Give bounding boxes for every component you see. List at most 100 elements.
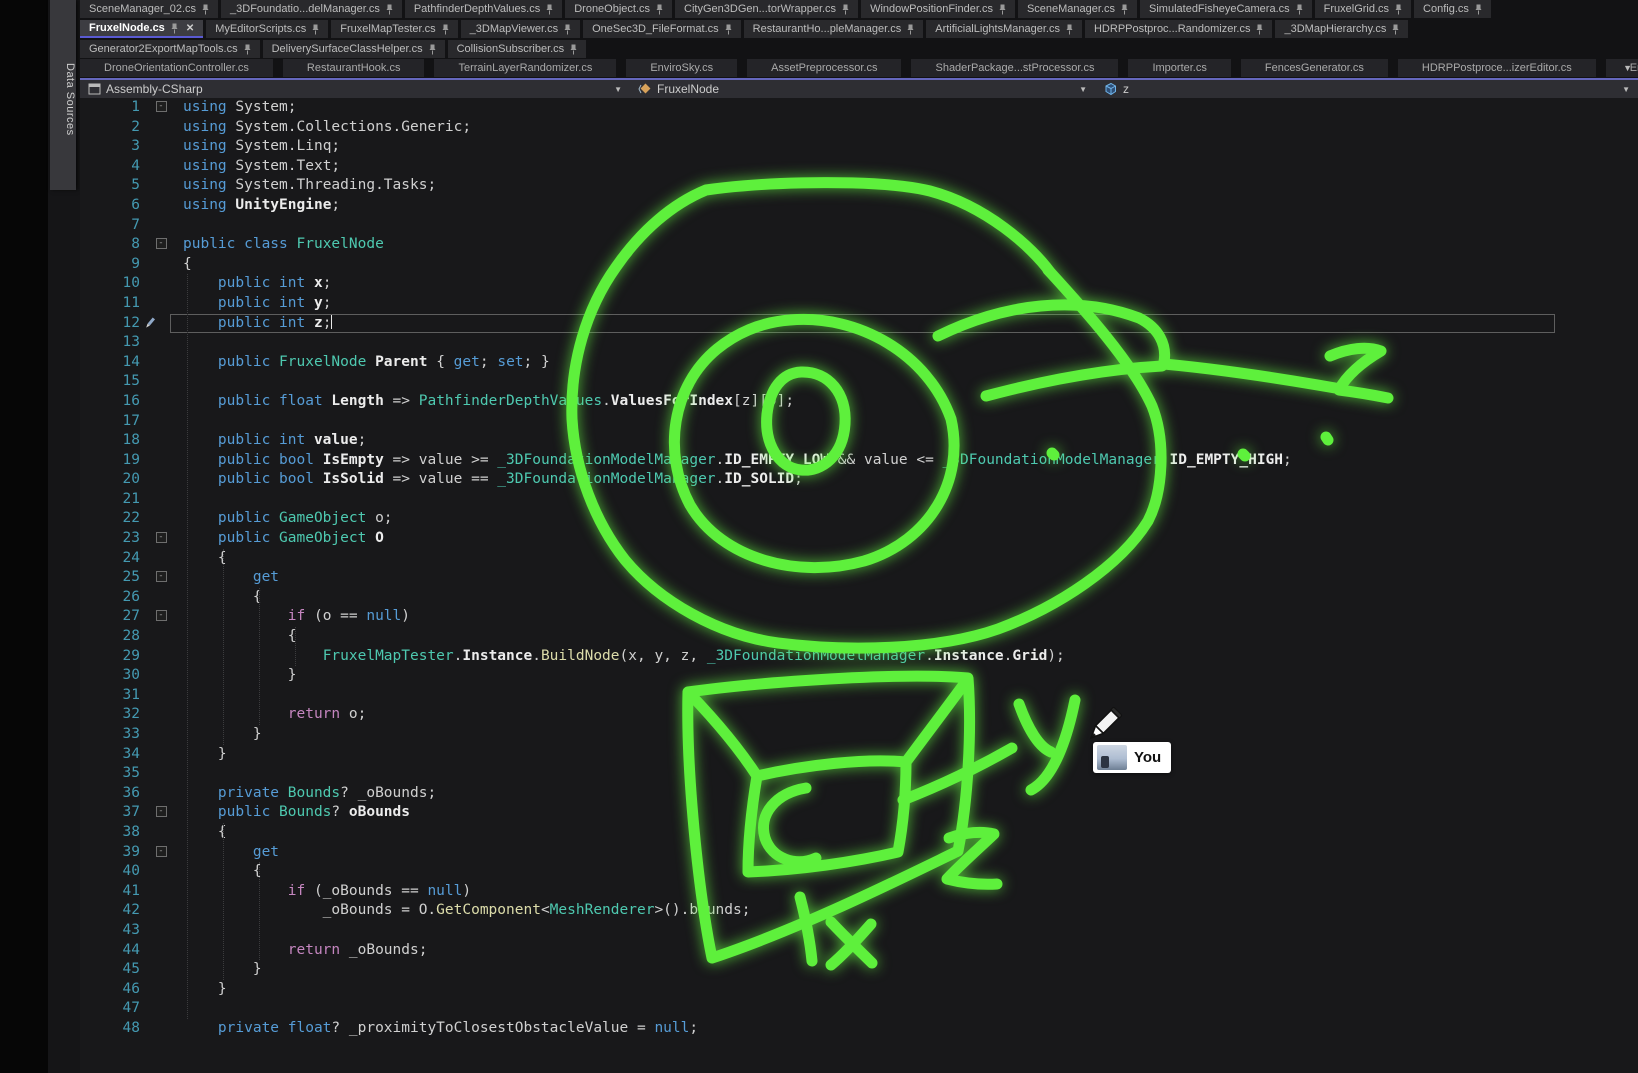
tab-_3DMapHierarchy.cs[interactable]: _3DMapHierarchy.cs	[1275, 20, 1408, 38]
code-line-33[interactable]: 33 }	[80, 725, 1638, 745]
pin-icon[interactable]	[907, 24, 914, 35]
code-line-23[interactable]: 23- public GameObject O	[80, 529, 1638, 549]
tab-TerrainLayerRandomizer.cs[interactable]: TerrainLayerRandomizer.cs	[434, 59, 616, 77]
code-line-28[interactable]: 28 {	[80, 627, 1638, 647]
tab-MyEditorScripts.cs[interactable]: MyEditorScripts.cs	[206, 20, 328, 38]
tab-_3DMapViewer.cs[interactable]: _3DMapViewer.cs	[461, 20, 580, 38]
code-line-38[interactable]: 38 {	[80, 823, 1638, 843]
tab-FencesGenerator.cs[interactable]: FencesGenerator.cs	[1241, 59, 1388, 77]
tab-Config.cs[interactable]: Config.cs	[1414, 0, 1491, 18]
code-line-24[interactable]: 24 {	[80, 549, 1638, 569]
fold-marker-icon[interactable]: -	[152, 529, 170, 549]
code-line-17[interactable]: 17	[80, 412, 1638, 432]
code-line-8[interactable]: 8-public class FruxelNode	[80, 235, 1638, 255]
code-line-40[interactable]: 40 {	[80, 862, 1638, 882]
tab-FruxelNode.cs[interactable]: FruxelNode.cs✕	[80, 20, 203, 38]
tab-AssetPreprocessor.cs[interactable]: AssetPreprocessor.cs	[747, 59, 901, 77]
code-line-26[interactable]: 26 {	[80, 588, 1638, 608]
code-line-18[interactable]: 18 public int value;	[80, 431, 1638, 451]
code-line-44[interactable]: 44 return _oBounds;	[80, 941, 1638, 961]
pin-icon[interactable]	[1296, 4, 1303, 15]
pin-icon[interactable]	[386, 4, 393, 15]
code-line-15[interactable]: 15	[80, 372, 1638, 392]
code-line-4[interactable]: 4using System.Text;	[80, 157, 1638, 177]
code-line-41[interactable]: 41 if (_oBounds == null)	[80, 882, 1638, 902]
pin-icon[interactable]	[546, 4, 553, 15]
code-line-9[interactable]: 9{	[80, 255, 1638, 275]
pin-icon[interactable]	[725, 24, 732, 35]
pin-icon[interactable]	[564, 24, 571, 35]
tab-overflow-chevron-icon[interactable]: ▼	[1623, 63, 1632, 73]
code-line-16[interactable]: 16 public float Length => PathfinderDept…	[80, 392, 1638, 412]
code-line-47[interactable]: 47	[80, 999, 1638, 1019]
code-line-25[interactable]: 25- get	[80, 568, 1638, 588]
tab-DroneObject.cs[interactable]: DroneObject.cs	[565, 0, 672, 18]
pin-icon[interactable]	[1392, 24, 1399, 35]
data-sources-vertical-tab[interactable]: Data Sources	[50, 0, 76, 190]
pin-icon[interactable]	[842, 4, 849, 15]
code-line-7[interactable]: 7	[80, 216, 1638, 236]
tab-ArtificialLightsManager.cs[interactable]: ArtificialLightsManager.cs	[926, 20, 1082, 38]
tab-RestaurantHook.cs[interactable]: RestaurantHook.cs	[283, 59, 425, 77]
code-line-36[interactable]: 36 private Bounds? _oBounds;	[80, 784, 1638, 804]
code-line-37[interactable]: 37- public Bounds? oBounds	[80, 803, 1638, 823]
code-line-46[interactable]: 46 }	[80, 980, 1638, 1000]
code-line-48[interactable]: 48 private float? _proximityToClosestObs…	[80, 1019, 1638, 1039]
code-line-35[interactable]: 35	[80, 764, 1638, 784]
tab-_3DFoundatio...delManager.cs[interactable]: _3DFoundatio...delManager.cs	[221, 0, 402, 18]
pin-icon[interactable]	[1395, 4, 1402, 15]
code-line-42[interactable]: 42 _oBounds = O.GetComponent<MeshRendere…	[80, 901, 1638, 921]
tab-CityGen3DGen...torWrapper.cs[interactable]: CityGen3DGen...torWrapper.cs	[675, 0, 858, 18]
code-line-39[interactable]: 39- get	[80, 843, 1638, 863]
pin-icon[interactable]	[1256, 24, 1263, 35]
tab-EnviroSkyMgr.cs[interactable]: EnviroSkyMgr.cs	[1606, 59, 1638, 77]
code-line-12[interactable]: 12 public int z;	[80, 314, 1638, 334]
tab-PathfinderDepthValues.cs[interactable]: PathfinderDepthValues.cs	[405, 0, 562, 18]
close-icon[interactable]: ✕	[186, 23, 194, 34]
code-line-32[interactable]: 32 return o;	[80, 705, 1638, 725]
code-line-22[interactable]: 22 public GameObject o;	[80, 509, 1638, 529]
tab-OneSec3D_FileFormat.cs[interactable]: OneSec3D_FileFormat.cs	[583, 20, 741, 38]
code-line-21[interactable]: 21	[80, 490, 1638, 510]
tab-HDRPPostproce...izerEditor.cs[interactable]: HDRPPostproce...izerEditor.cs	[1398, 59, 1596, 77]
tab-FruxelGrid.cs[interactable]: FruxelGrid.cs	[1315, 0, 1411, 18]
code-line-14[interactable]: 14 public FruxelNode Parent { get; set; …	[80, 353, 1638, 373]
pin-icon[interactable]	[171, 23, 178, 34]
fold-marker-icon[interactable]: -	[152, 803, 170, 823]
code-line-3[interactable]: 3using System.Linq;	[80, 137, 1638, 157]
pin-icon[interactable]	[312, 24, 319, 35]
code-line-5[interactable]: 5using System.Threading.Tasks;	[80, 176, 1638, 196]
tab-CollisionSubscriber.cs[interactable]: CollisionSubscriber.cs	[448, 40, 587, 58]
tab-SimulatedFisheyeCamera.cs[interactable]: SimulatedFisheyeCamera.cs	[1140, 0, 1312, 18]
tab-RestaurantHo...pleManager.cs[interactable]: RestaurantHo...pleManager.cs	[744, 20, 924, 38]
pin-icon[interactable]	[1066, 24, 1073, 35]
type-dropdown[interactable]: FruxelNode ▼	[630, 80, 1095, 98]
fold-marker-icon[interactable]: -	[152, 607, 170, 627]
pin-icon[interactable]	[570, 44, 577, 55]
pin-icon[interactable]	[1121, 4, 1128, 15]
pin-icon[interactable]	[999, 4, 1006, 15]
code-line-1[interactable]: 1-using System;	[80, 98, 1638, 118]
code-line-11[interactable]: 11 public int y;	[80, 294, 1638, 314]
pin-icon[interactable]	[202, 4, 209, 15]
code-line-27[interactable]: 27- if (o == null)	[80, 607, 1638, 627]
fold-marker-icon[interactable]: -	[152, 235, 170, 255]
code-line-30[interactable]: 30 }	[80, 666, 1638, 686]
tab-Generator2ExportMapTools.cs[interactable]: Generator2ExportMapTools.cs	[80, 40, 260, 58]
member-dropdown[interactable]: z ▼	[1095, 80, 1638, 98]
tab-DroneOrientationController.cs[interactable]: DroneOrientationController.cs	[80, 59, 273, 77]
pin-icon[interactable]	[656, 4, 663, 15]
pin-icon[interactable]	[244, 44, 251, 55]
code-line-45[interactable]: 45 }	[80, 960, 1638, 980]
code-line-10[interactable]: 10 public int x;	[80, 274, 1638, 294]
code-line-29[interactable]: 29 FruxelMapTester.Instance.BuildNode(x,…	[80, 647, 1638, 667]
tab-FruxelMapTester.cs[interactable]: FruxelMapTester.cs	[331, 20, 457, 38]
fold-marker-icon[interactable]: -	[152, 98, 170, 118]
tab-SceneManager.cs[interactable]: SceneManager.cs	[1018, 0, 1137, 18]
project-dropdown[interactable]: Assembly-CSharp ▼	[80, 80, 630, 98]
pin-icon[interactable]	[429, 44, 436, 55]
code-line-6[interactable]: 6using UnityEngine;	[80, 196, 1638, 216]
code-line-2[interactable]: 2using System.Collections.Generic;	[80, 118, 1638, 138]
code-line-19[interactable]: 19 public bool IsEmpty => value >= _3DFo…	[80, 451, 1638, 471]
code-line-34[interactable]: 34 }	[80, 745, 1638, 765]
